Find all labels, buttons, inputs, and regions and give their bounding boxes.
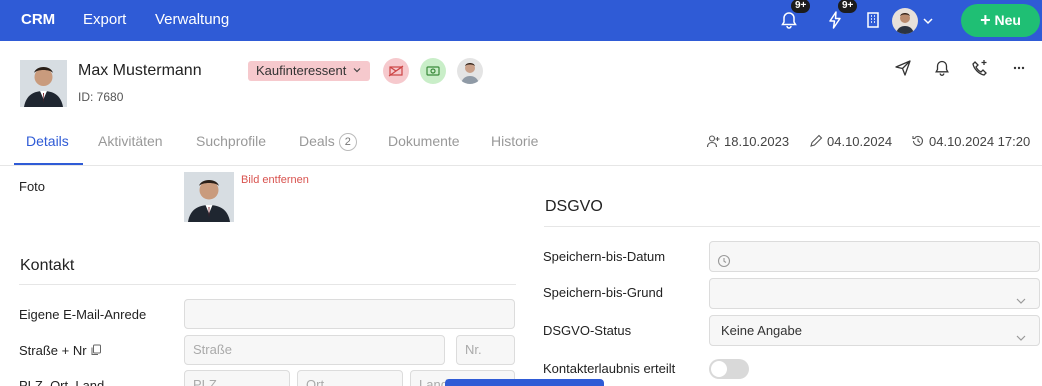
photo-label: Foto xyxy=(19,179,46,194)
remove-image-link[interactable]: Bild entfernen xyxy=(241,174,309,186)
contact-consent-label: Kontakterlaubnis erteilt xyxy=(543,361,676,376)
tab-aktivitaeten[interactable]: Aktivitäten xyxy=(98,133,163,149)
chevron-down-icon xyxy=(1015,325,1027,341)
chevron-down-icon xyxy=(1015,288,1027,304)
bell-icon[interactable] xyxy=(933,59,951,77)
dsgvo-status-label: DSGVO-Status xyxy=(543,323,632,338)
nav-item-crm[interactable]: CRM xyxy=(21,0,55,41)
plus-icon: + xyxy=(980,10,991,30)
email-salutation-field[interactable] xyxy=(184,299,515,329)
nav-item-verwaltung[interactable]: Verwaltung xyxy=(155,0,229,41)
dsgvo-section-title: DSGVO xyxy=(545,198,603,215)
tab-divider xyxy=(0,165,1042,166)
contact-section-title: Kontakt xyxy=(20,257,75,274)
tab-deals-label: Deals xyxy=(299,133,335,149)
store-until-date-label: Speichern-bis-Datum xyxy=(543,249,666,264)
contact-name: Max Mustermann xyxy=(78,62,202,79)
history-icon xyxy=(911,134,925,148)
deals-count-badge: 2 xyxy=(338,133,357,151)
clock-icon xyxy=(717,249,731,268)
user-avatar[interactable] xyxy=(892,8,918,34)
floating-action-bar[interactable] xyxy=(445,379,604,386)
profile-photo xyxy=(20,60,67,107)
plz-city-country-label: PLZ, Ort, Land xyxy=(19,378,105,386)
dsgvo-section-divider xyxy=(544,226,1040,227)
house-number-field[interactable]: Nr. xyxy=(456,335,515,365)
dsgvo-status-value: Keine Angabe xyxy=(721,323,802,338)
no-mail-chip[interactable] xyxy=(383,58,409,84)
last-activity-value: 04.10.2024 17:20 xyxy=(929,134,1031,149)
contact-photo[interactable] xyxy=(184,172,234,222)
bell-icon[interactable] xyxy=(779,10,799,30)
store-until-date-field[interactable] xyxy=(709,241,1040,272)
edited-date-value: 04.10.2024 xyxy=(827,134,893,149)
new-button-label: Neu xyxy=(994,12,1021,28)
pencil-icon xyxy=(809,134,823,148)
money-chip[interactable] xyxy=(420,58,446,84)
street-label: Straße + Nr xyxy=(19,343,102,358)
no-mail-icon xyxy=(388,65,404,77)
lightning-icon[interactable] xyxy=(825,10,845,30)
tab-historie[interactable]: Historie xyxy=(491,133,538,149)
plz-field[interactable]: PLZ xyxy=(184,370,290,386)
store-until-reason-label: Speichern-bis-Grund xyxy=(543,285,663,300)
tab-dokumente[interactable]: Dokumente xyxy=(388,133,460,149)
building-icon[interactable] xyxy=(863,10,883,30)
new-button[interactable]: + Neu xyxy=(961,4,1040,37)
tab-suchprofile[interactable]: Suchprofile xyxy=(196,133,266,149)
chevron-down-icon xyxy=(352,61,362,73)
email-salutation-label: Eigene E-Mail-Anrede xyxy=(19,307,147,322)
money-icon xyxy=(426,66,440,76)
send-icon[interactable] xyxy=(894,59,912,77)
edited-date: 04.10.2024 xyxy=(809,134,892,149)
contact-consent-toggle[interactable] xyxy=(709,359,749,379)
notification-badge: 9+ xyxy=(791,0,811,13)
tab-deals[interactable]: Deals 2 xyxy=(299,133,357,151)
tab-details[interactable]: Details xyxy=(26,133,69,149)
contact-section-divider xyxy=(19,284,516,285)
street-label-text: Straße + Nr xyxy=(19,343,87,358)
dsgvo-status-select[interactable]: Keine Angabe xyxy=(709,315,1040,346)
more-icon[interactable] xyxy=(1011,59,1029,77)
contact-id: ID: 7680 xyxy=(78,90,124,104)
street-field[interactable]: Straße xyxy=(184,335,445,365)
store-until-reason-select[interactable] xyxy=(709,278,1040,309)
created-date-value: 18.10.2023 xyxy=(724,134,790,149)
activity-badge: 9+ xyxy=(838,0,858,13)
toggle-knob xyxy=(711,361,727,377)
top-navigation: CRM Export Verwaltung 9+ 9+ + Neu xyxy=(0,0,1042,41)
phone-icon[interactable] xyxy=(971,59,989,77)
copy-icon[interactable] xyxy=(90,344,102,356)
status-label: Kaufinteressent xyxy=(256,63,347,78)
chevron-down-icon[interactable] xyxy=(922,14,934,26)
status-dropdown[interactable]: Kaufinteressent xyxy=(248,61,370,81)
add-user-icon xyxy=(706,134,720,148)
created-date: 18.10.2023 xyxy=(706,134,789,149)
city-field[interactable]: Ort xyxy=(297,370,403,386)
last-activity: 04.10.2024 17:20 xyxy=(911,134,1030,149)
agent-avatar[interactable] xyxy=(457,58,483,84)
nav-item-export[interactable]: Export xyxy=(83,0,126,41)
